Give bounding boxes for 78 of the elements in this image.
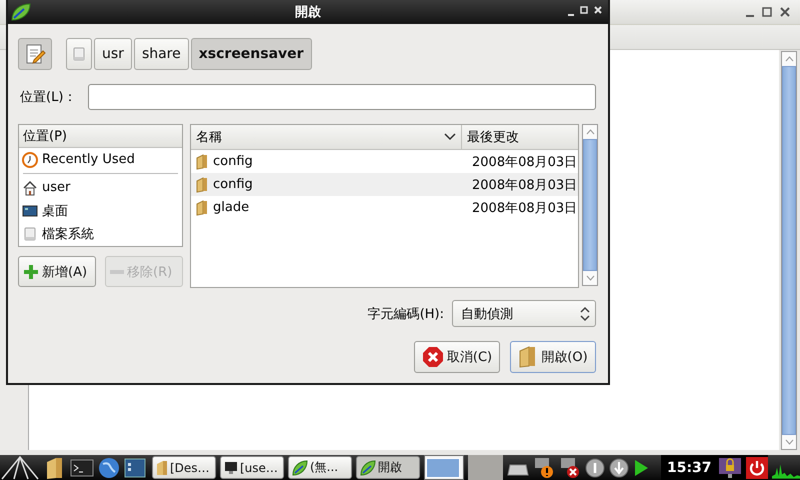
window-icon[interactable] (124, 458, 146, 478)
home-icon (22, 180, 38, 196)
file-name: glade (213, 200, 250, 215)
cpu-graph-icon (772, 463, 800, 480)
path-button[interactable]: xscreensaver (190, 38, 312, 70)
add-button[interactable]: 新增(A) (18, 256, 96, 287)
file-name: config (213, 154, 253, 169)
start-menu-icon[interactable] (0, 455, 40, 480)
minimize-icon (746, 15, 754, 17)
play-icon[interactable] (632, 458, 649, 478)
network-error-icon[interactable] (558, 456, 581, 478)
place-item[interactable]: Recently Used (19, 148, 182, 171)
close-button[interactable] (778, 5, 792, 19)
drive-icon (22, 226, 38, 242)
file-name: config (213, 177, 253, 192)
scrollbar[interactable] (781, 51, 797, 450)
leaf-icon (360, 460, 376, 476)
encoding-dropdown[interactable]: 自動偵測 (452, 300, 596, 327)
monitor-icon (224, 460, 238, 474)
window-title: 開啟 (295, 4, 321, 21)
close-icon (594, 6, 602, 14)
encoding-label: 字元編碼(H): (368, 306, 444, 322)
column-header[interactable]: 位置(P) (19, 125, 182, 148)
folder-icon (195, 154, 209, 170)
file-row[interactable]: config 2008年08月03日 (191, 173, 578, 196)
path-button[interactable]: share (134, 38, 189, 70)
workspace-pager[interactable] (424, 455, 464, 480)
place-label: 檔案系統 (42, 226, 94, 242)
notepad-pencil-icon (24, 43, 46, 65)
updown-arrows-icon (579, 306, 591, 322)
taskbar-button[interactable]: 開啟 (356, 456, 420, 479)
cancel-button[interactable]: 取消(C) (414, 341, 500, 373)
taskbar-button[interactable]: (無... (288, 456, 352, 479)
file-row[interactable]: glade 2008年08月03日 (191, 196, 578, 219)
scrollbar[interactable] (582, 124, 598, 286)
power-icon[interactable] (746, 456, 768, 478)
modified-date: 2008年08月03日 (471, 154, 578, 170)
modified-date: 2008年08月03日 (471, 176, 578, 194)
clock-icon (22, 152, 38, 168)
taskbar-button[interactable]: [use… (220, 456, 284, 479)
column-header[interactable]: 名稱 (191, 125, 462, 149)
folder-icon (195, 176, 209, 192)
location-field[interactable] (88, 84, 596, 110)
folder-icon (195, 200, 209, 216)
clock: 15:37 (666, 460, 712, 476)
lock-screen-icon[interactable] (718, 456, 742, 478)
maximize-icon (762, 7, 772, 17)
leaf-icon (292, 460, 308, 476)
network-warning-icon[interactable] (532, 456, 555, 478)
plus-icon (23, 264, 39, 280)
taskbar-button[interactable]: [Des… (152, 456, 216, 479)
place-label: user (42, 180, 70, 195)
place-label: Recently Used (42, 152, 135, 167)
place-label: 桌面 (42, 202, 68, 220)
desktop-icon (22, 202, 38, 218)
place-item[interactable]: 檔案系統 (19, 222, 182, 245)
minimize-icon (568, 14, 574, 16)
column-header[interactable]: 最後更改 (462, 125, 578, 149)
close-icon (780, 7, 790, 17)
place-item[interactable]: user (19, 176, 182, 199)
folder-icon (156, 460, 168, 476)
path-button[interactable]: usr (94, 38, 132, 70)
drive-icon (73, 47, 85, 61)
type-location-button[interactable] (18, 38, 52, 70)
cancel-icon (422, 346, 444, 368)
file-row[interactable]: config 2008年08月03日 (191, 150, 578, 173)
modified-date: 2008年08月03日 (471, 200, 578, 216)
leaf-icon (10, 2, 32, 22)
globe-icon[interactable] (98, 456, 120, 478)
column-title: 名稱 (196, 129, 222, 146)
terminal-icon[interactable] (70, 458, 94, 478)
open-button[interactable]: 開啟(O) (510, 341, 596, 373)
download-icon[interactable] (608, 458, 629, 478)
update-icon[interactable] (584, 458, 605, 478)
maximize-button[interactable] (760, 5, 774, 19)
location-label: 位置(L)： (19, 89, 78, 106)
maximize-icon (580, 6, 588, 14)
place-item[interactable]: 桌面 (19, 199, 182, 222)
